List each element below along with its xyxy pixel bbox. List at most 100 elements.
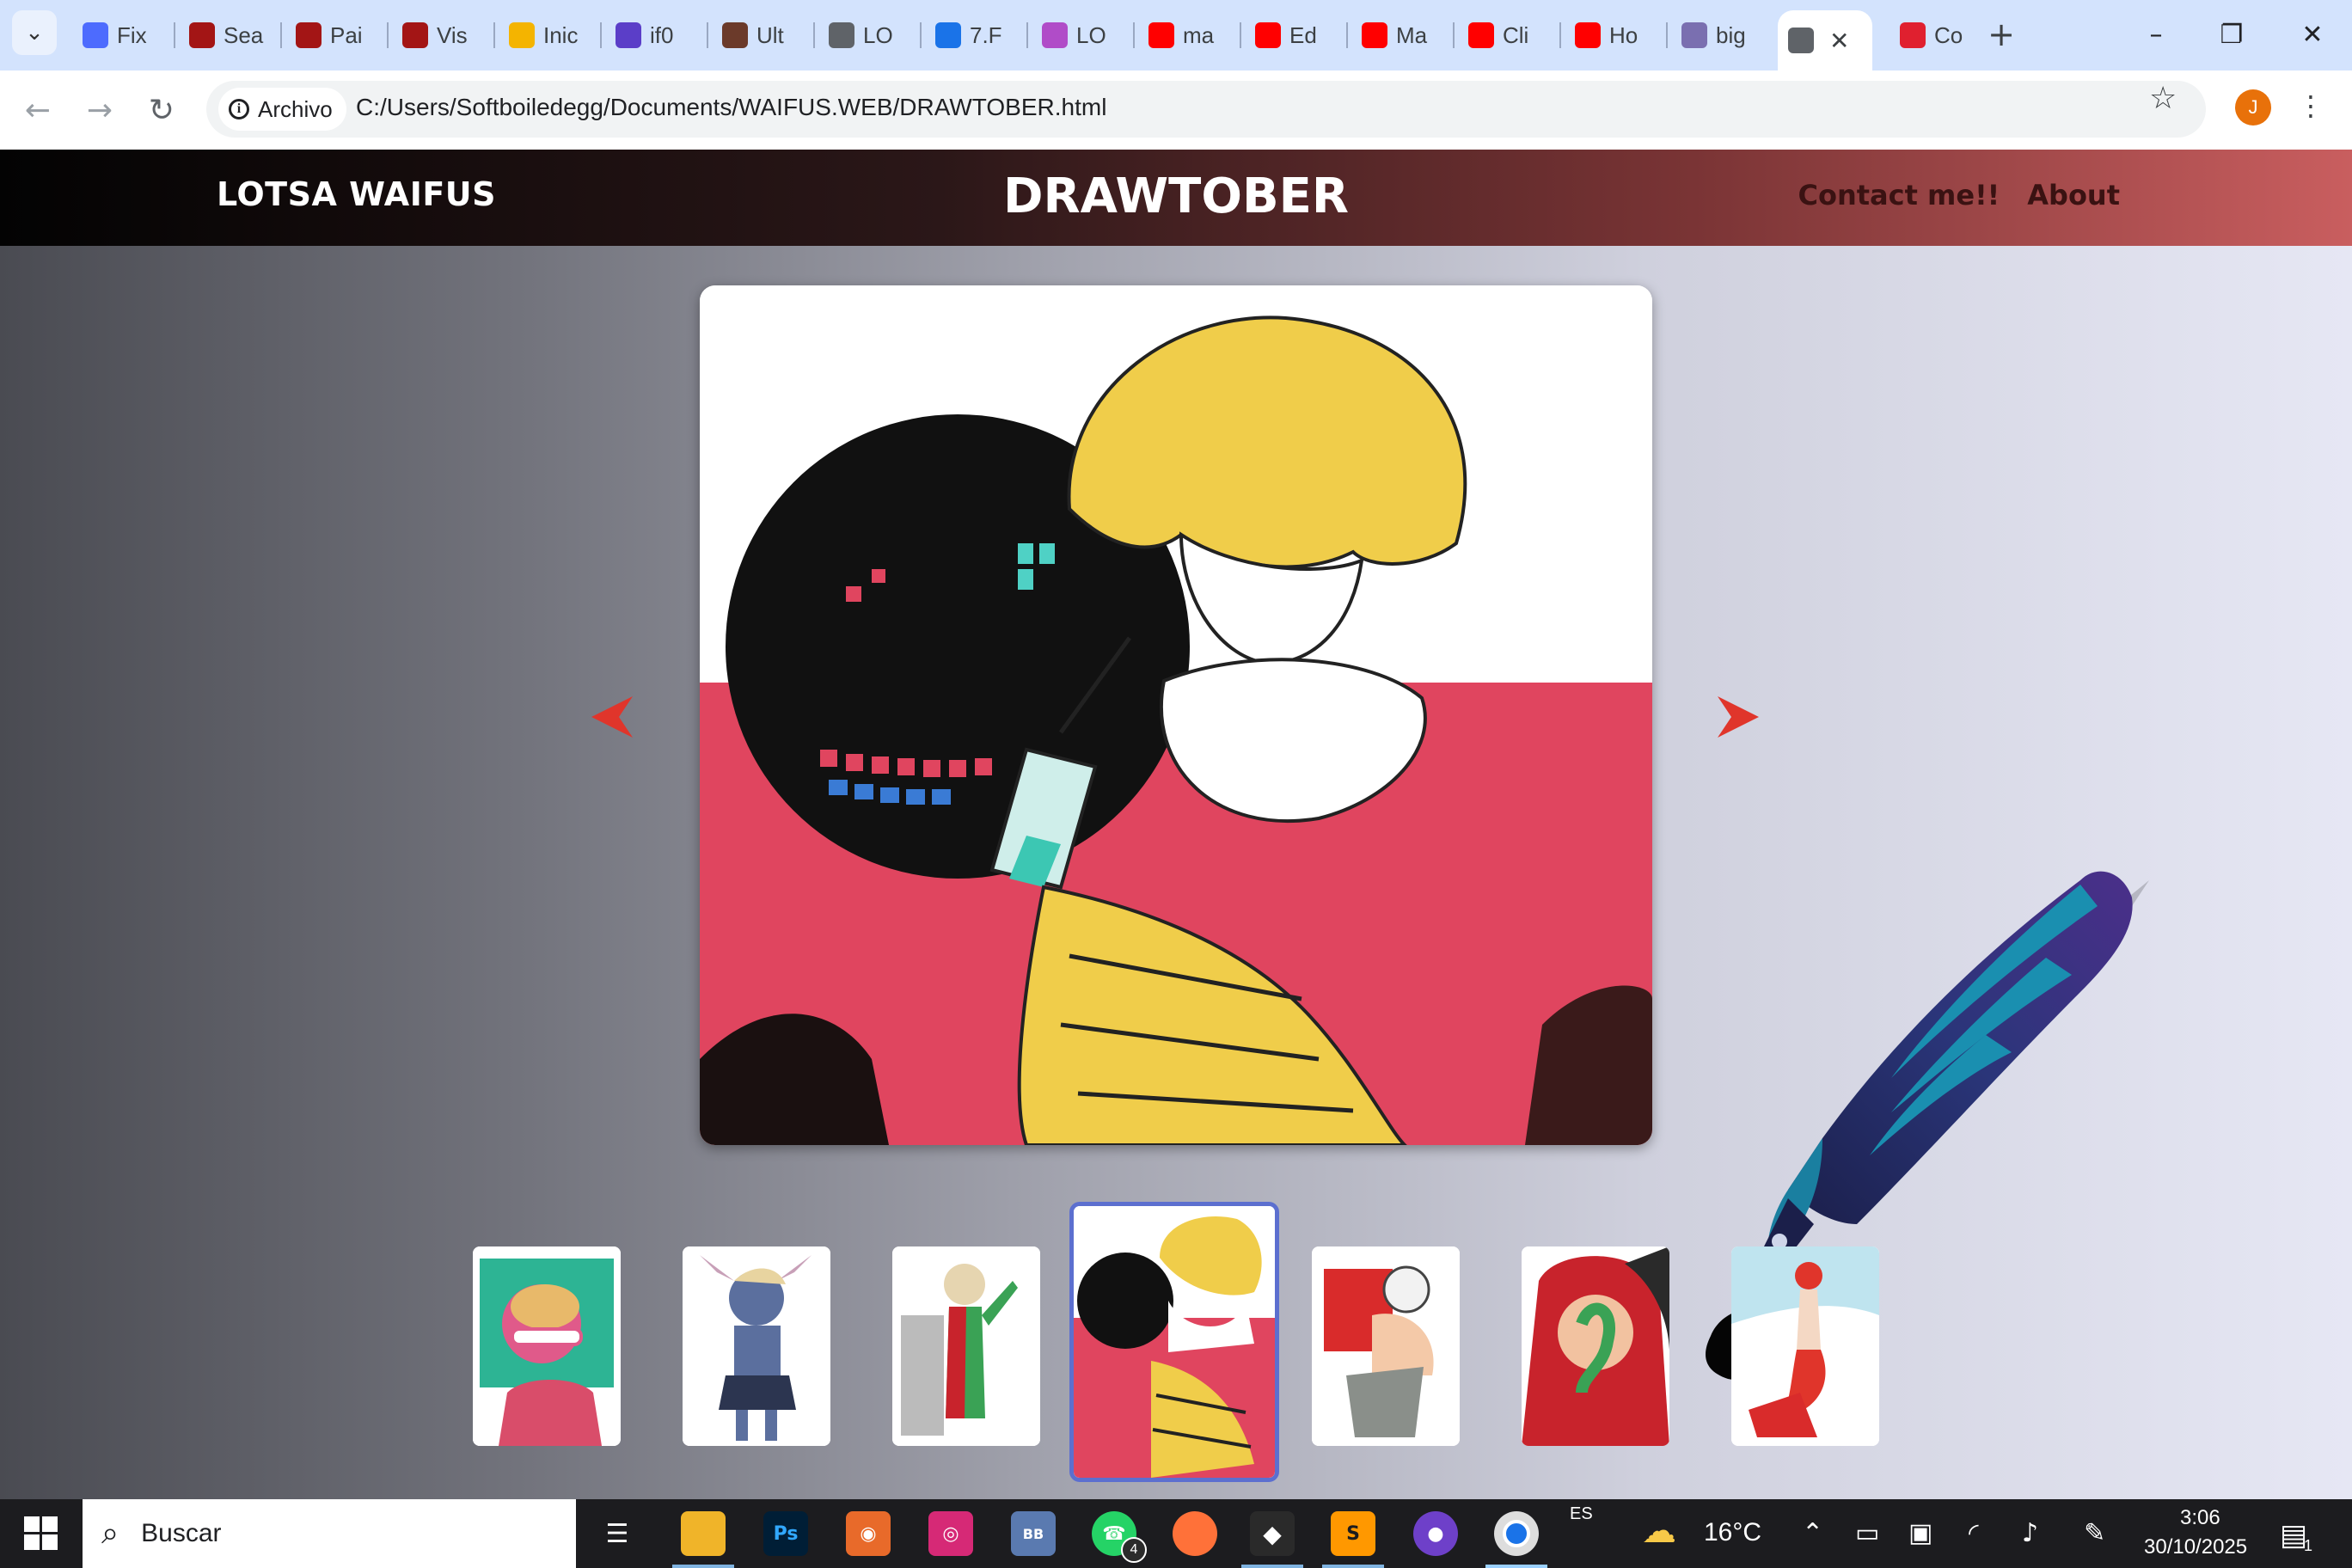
browser-tab[interactable]: ma xyxy=(1138,10,1240,60)
tab-separator xyxy=(387,22,389,48)
thumbnail[interactable] xyxy=(1731,1246,1879,1446)
nav-contact[interactable]: Contact me!! xyxy=(1798,179,2000,211)
language-indicator[interactable]: ES xyxy=(1570,1504,1593,1524)
tab-active[interactable]: ✕ xyxy=(1778,10,1872,70)
tab-title: LO xyxy=(863,21,893,48)
browser-tab[interactable]: LO xyxy=(1032,10,1133,60)
tab-search-chevron-icon[interactable]: ⌄ xyxy=(12,10,57,55)
task-view-icon[interactable]: ☰ xyxy=(595,1511,640,1556)
wifi-icon[interactable]: ◜ xyxy=(1969,1518,1979,1548)
address-bar[interactable]: i Archivo C:/Users/Softboiledegg/Documen… xyxy=(206,81,2206,138)
restore-icon[interactable]: ❐ xyxy=(2197,7,2266,62)
reload-icon[interactable]: ↻ xyxy=(139,88,184,132)
close-window-icon[interactable]: ✕ xyxy=(2278,7,2347,62)
back-arrow-icon[interactable]: ← xyxy=(15,88,60,132)
tab-title: Ma xyxy=(1396,21,1428,48)
thumbnail-art xyxy=(1731,1246,1879,1446)
browser-tab[interactable]: Ed xyxy=(1245,10,1346,60)
browser-tab[interactable]: 7.F xyxy=(925,10,1026,60)
thumbnail-art xyxy=(892,1246,1040,1446)
thumbnail-strip xyxy=(0,1202,2352,1499)
browser-tab[interactable]: Ma xyxy=(1351,10,1453,60)
tab-title: ma xyxy=(1183,21,1215,48)
bookmark-star-icon[interactable]: ☆ xyxy=(2149,81,2177,116)
browser-tab[interactable]: Ult xyxy=(712,10,813,60)
pso-bb-icon[interactable]: BB xyxy=(1011,1511,1056,1556)
google-classroom-icon xyxy=(509,22,535,48)
windows-start-icon[interactable] xyxy=(24,1516,58,1551)
file-explorer-icon[interactable] xyxy=(681,1511,726,1556)
tab-title: big xyxy=(1716,21,1746,48)
tab-title: Inic xyxy=(543,21,579,48)
firefox-icon[interactable] xyxy=(1173,1511,1217,1556)
clock-date[interactable]: 30/10/2025 xyxy=(2144,1535,2247,1559)
browser-tab[interactable]: Vis xyxy=(392,10,493,60)
active-app-indicator xyxy=(1485,1565,1547,1568)
nav-about[interactable]: About xyxy=(2027,179,2120,211)
site-header: LOTSA WAIFUS DRAWTOBER Contact me!! Abou… xyxy=(0,150,2352,246)
info-icon: i xyxy=(229,99,249,119)
site-info-chip[interactable]: i Archivo xyxy=(218,88,346,131)
ai-swirl-icon xyxy=(1681,22,1707,48)
pen-icon[interactable]: ✎ xyxy=(2084,1518,2105,1548)
tab-separator xyxy=(280,22,282,48)
tab-separator xyxy=(813,22,815,48)
tab-title: Ed xyxy=(1289,21,1317,48)
close-tab-icon[interactable]: ✕ xyxy=(1829,27,1849,55)
profile-avatar[interactable]: J xyxy=(2235,89,2271,126)
github-icon[interactable]: ● xyxy=(1413,1511,1458,1556)
taskbar-search[interactable]: ⌕ Buscar xyxy=(83,1499,576,1568)
kebab-menu-icon[interactable]: ⋮ xyxy=(2297,89,2324,122)
chrome-icon[interactable] xyxy=(1494,1511,1539,1556)
tab-separator xyxy=(1666,22,1668,48)
sublime-text-icon[interactable]: S xyxy=(1331,1511,1375,1556)
meet-now-icon[interactable]: ▣ xyxy=(1908,1518,1932,1548)
browser-tab[interactable]: Inic xyxy=(499,10,600,60)
browser-tab[interactable]: Pai xyxy=(285,10,387,60)
thumbnail[interactable] xyxy=(1312,1246,1460,1446)
inkscape-icon[interactable]: ◆ xyxy=(1250,1511,1295,1556)
featured-artwork[interactable] xyxy=(700,285,1652,1145)
youtube-icon xyxy=(1468,22,1494,48)
site-nav: Contact me!! About xyxy=(1798,179,2120,211)
web-page: LOTSA WAIFUS DRAWTOBER Contact me!! Abou… xyxy=(0,150,2352,1499)
site-info-label: Archivo xyxy=(258,95,333,122)
instagram-icon[interactable]: ◎ xyxy=(928,1511,973,1556)
tab-separator xyxy=(1453,22,1455,48)
browser-tab[interactable]: Sea xyxy=(179,10,280,60)
browser-tab[interactable]: Co xyxy=(1890,10,1991,60)
contact-card-icon xyxy=(935,22,961,48)
thumbnail-selected[interactable] xyxy=(1069,1202,1279,1482)
youtube-icon xyxy=(1255,22,1281,48)
infinity-icon xyxy=(616,22,641,48)
browser-tab[interactable]: Ho xyxy=(1565,10,1666,60)
active-app-indicator xyxy=(672,1565,734,1568)
photoshop-icon[interactable]: Ps xyxy=(763,1511,808,1556)
previous-arrow-icon[interactable] xyxy=(586,691,638,743)
weather-cloud-icon[interactable]: ☁ xyxy=(1642,1511,1676,1551)
battery-icon[interactable]: ▭ xyxy=(1855,1518,1879,1548)
tab-title: Vis xyxy=(437,21,468,48)
forward-arrow-icon[interactable]: → xyxy=(77,88,122,132)
weather-temperature[interactable]: 16°C xyxy=(1704,1518,1761,1547)
minimize-icon[interactable]: – xyxy=(2122,7,2190,62)
tab-separator xyxy=(493,22,495,48)
active-app-indicator xyxy=(1322,1565,1384,1568)
url-text[interactable]: C:/Users/Softboiledegg/Documents/WAIFUS.… xyxy=(356,94,1106,121)
browser-tab[interactable]: LO xyxy=(818,10,920,60)
youtube-icon xyxy=(1575,22,1601,48)
volume-icon[interactable]: ♪ xyxy=(2022,1518,2038,1548)
browser-tab[interactable]: Fix xyxy=(72,10,174,60)
thumbnail[interactable] xyxy=(473,1246,621,1446)
thumbnail[interactable] xyxy=(1522,1246,1669,1446)
browser-tab[interactable]: if0 xyxy=(605,10,707,60)
clock-time[interactable]: 3:06 xyxy=(2180,1506,2220,1530)
browser-tab[interactable]: big xyxy=(1671,10,1773,60)
thumbnail[interactable] xyxy=(683,1246,830,1446)
browser-tab[interactable]: Cli xyxy=(1458,10,1559,60)
chevron-up-icon[interactable]: ⌃ xyxy=(1802,1518,1823,1548)
new-tab-plus-icon[interactable]: + xyxy=(1982,15,2020,53)
next-arrow-icon[interactable] xyxy=(1712,691,1764,743)
thumbnail[interactable] xyxy=(892,1246,1040,1446)
eye-app-icon[interactable]: ◉ xyxy=(846,1511,891,1556)
